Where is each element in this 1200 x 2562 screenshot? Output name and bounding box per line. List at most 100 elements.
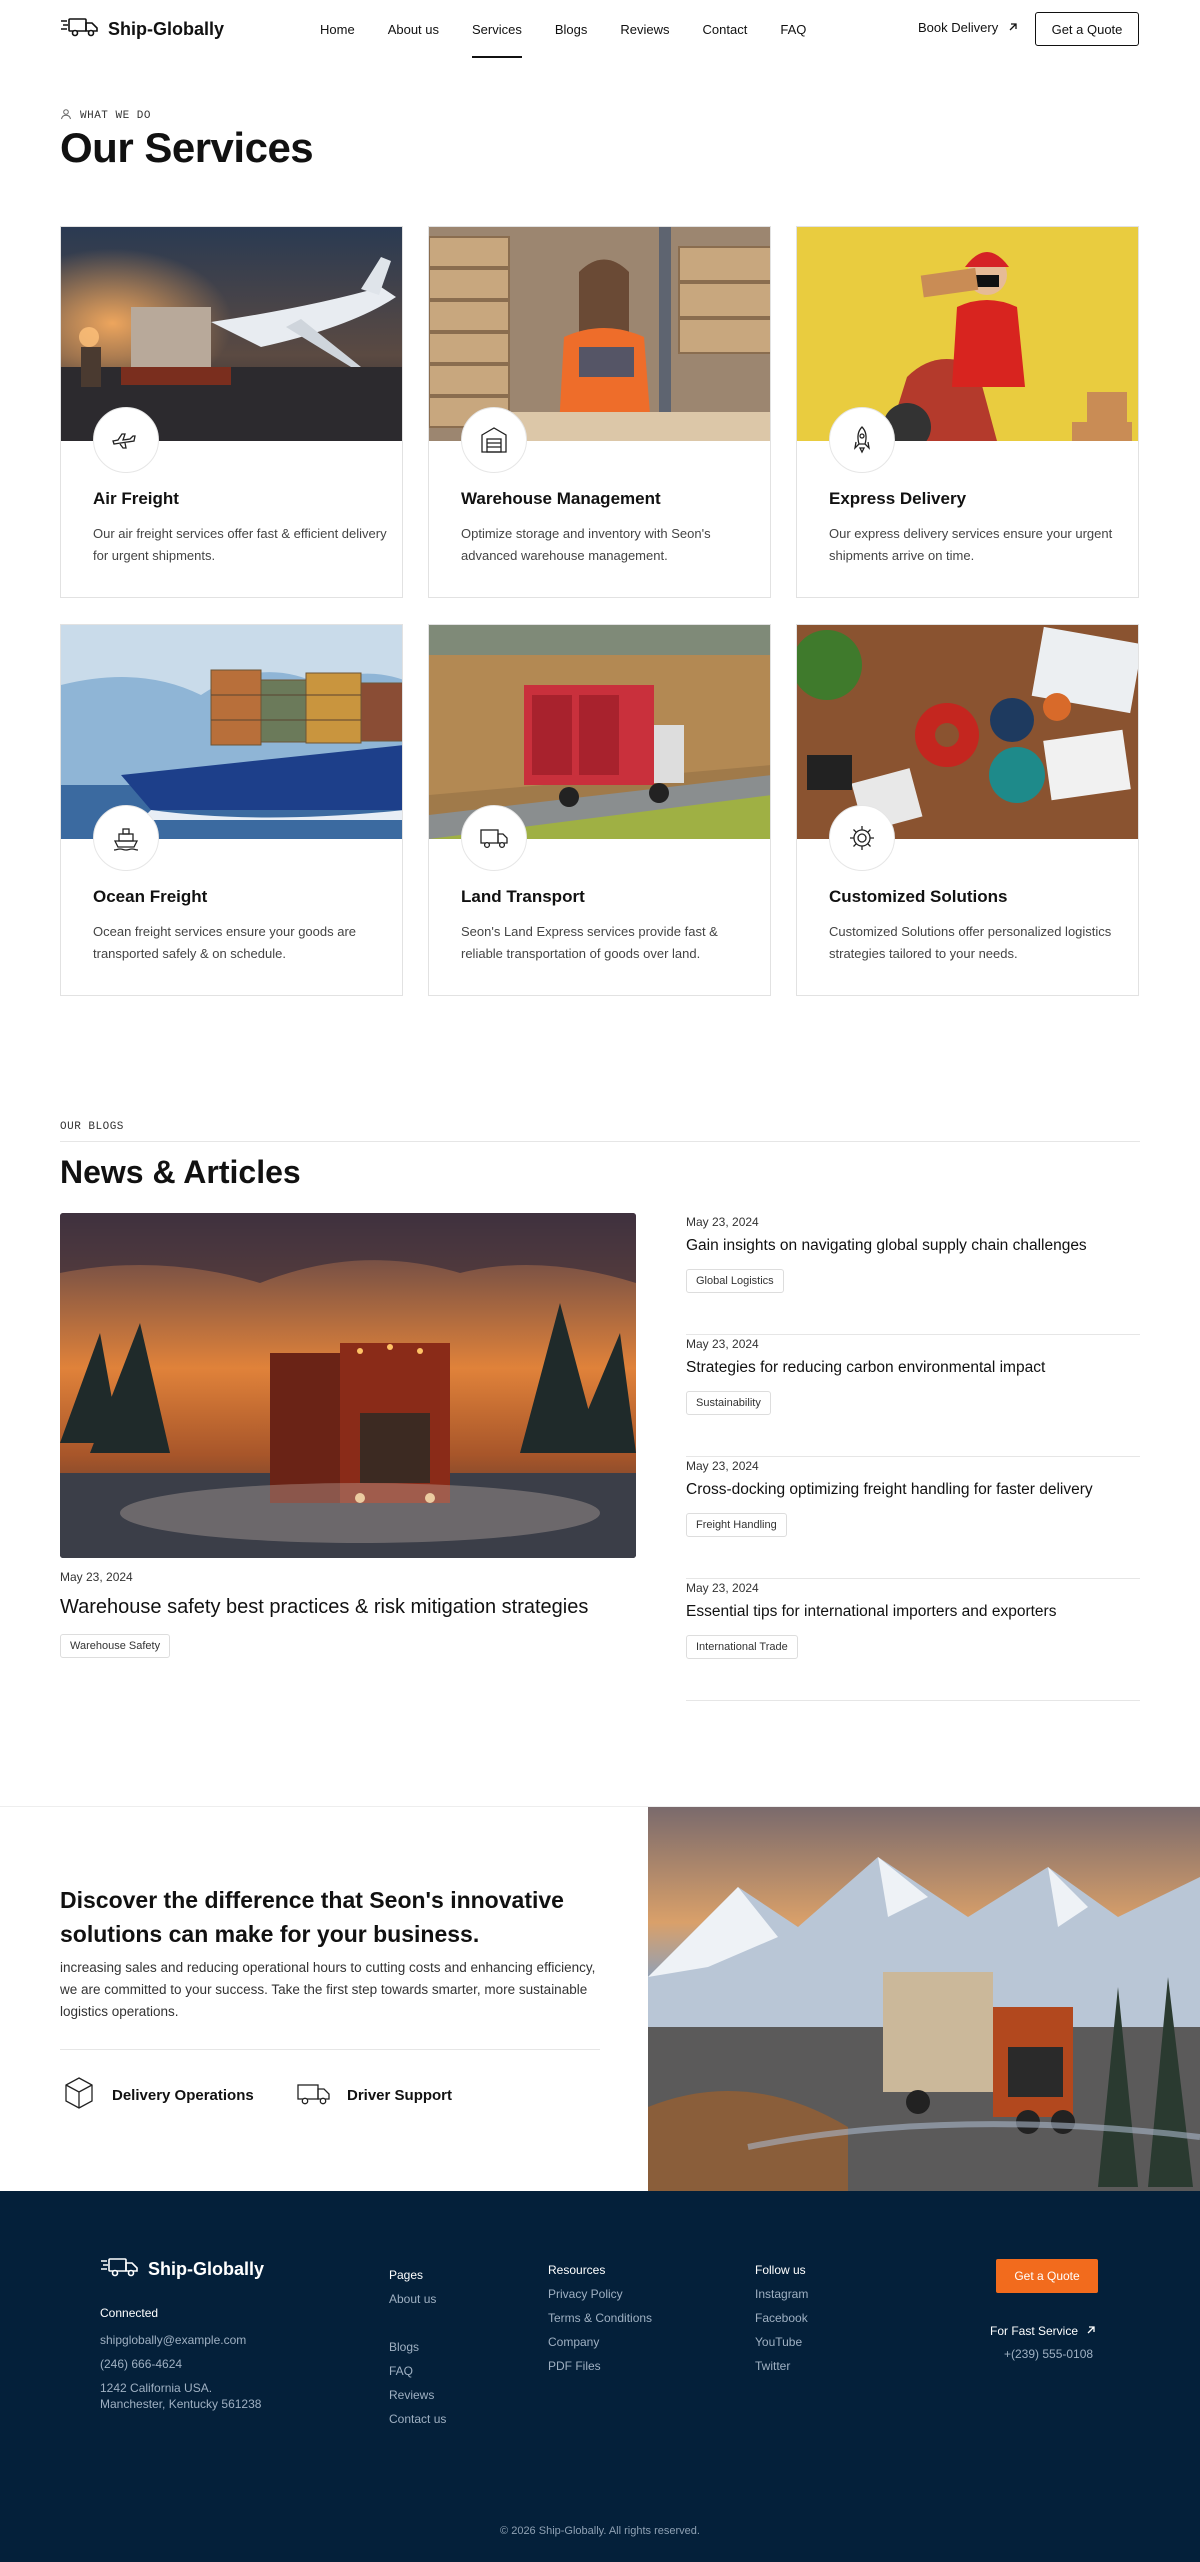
post-tag[interactable]: Global Logistics	[686, 1269, 784, 1293]
footer-resources-column: Resources Privacy Policy Terms & Conditi…	[548, 2263, 652, 2383]
footer-link-contact[interactable]: Contact us	[389, 2412, 446, 2436]
services-title: Our Services	[60, 124, 314, 171]
pages-heading: Pages	[389, 2268, 424, 2282]
footer-link-about[interactable]: About us	[389, 2292, 446, 2316]
footer-address-line1: 1242 California USA.	[100, 2381, 213, 2395]
post-title[interactable]: Strategies for reducing carbon environme…	[686, 1359, 1045, 1377]
footer-link-reviews[interactable]: Reviews	[389, 2388, 446, 2412]
copyright: © 2026 Ship-Globally. All rights reserve…	[500, 2525, 700, 2537]
truck-icon	[461, 805, 527, 871]
service-desc: Optimize storage and inventory with Seon…	[461, 526, 711, 563]
nav-blogs[interactable]: Blogs	[555, 0, 588, 60]
site-footer: Ship-Globally Connected shipglobally@exa…	[0, 2191, 1200, 2562]
divider	[60, 1141, 1140, 1142]
service-card-express[interactable]: Express Delivery Our express delivery se…	[796, 226, 1139, 598]
footer-email[interactable]: shipglobally@example.com	[100, 2332, 246, 2348]
featured-post-tag[interactable]: Warehouse Safety	[60, 1634, 171, 1658]
footer-link-facebook[interactable]: Facebook	[755, 2311, 808, 2335]
nav-faq[interactable]: FAQ	[780, 0, 806, 60]
cta-image	[648, 1807, 1200, 2192]
delivery-truck-icon	[100, 2256, 140, 2283]
footer-phone[interactable]: (246) 666-4624	[100, 2356, 182, 2372]
service-desc: Ocean freight services ensure your goods…	[93, 924, 357, 961]
footer-link-pdf[interactable]: PDF Files	[548, 2359, 652, 2383]
service-title: Express Delivery	[829, 489, 967, 508]
featured-post-title[interactable]: Warehouse safety best practices & risk m…	[60, 1596, 588, 1619]
truck-icon	[295, 2074, 333, 2116]
service-card-ocean[interactable]: Ocean Freight Ocean freight services ens…	[60, 624, 403, 996]
brand-logo[interactable]: Ship-Globally	[60, 16, 224, 43]
footer-link-company[interactable]: Company	[548, 2335, 652, 2359]
nav-about[interactable]: About us	[388, 0, 439, 60]
site-header: Ship-Globally Home About us Services Blo…	[0, 0, 1200, 60]
service-card-custom[interactable]: Customized Solutions Customized Solution…	[796, 624, 1139, 996]
brand-name: Ship-Globally	[108, 19, 225, 39]
cta-text: increasing sales and reducing operationa…	[60, 1960, 596, 2019]
footer-get-quote-button[interactable]: Get a Quote	[996, 2259, 1098, 2293]
cta-section: Discover the difference that Seon's inno…	[0, 1806, 1200, 2192]
warehouse-icon	[461, 407, 527, 473]
post-date: May 23, 2024	[686, 1581, 759, 1595]
list-item[interactable]: May 23, 2024 Essential tips for internat…	[686, 1579, 1140, 1701]
fast-service-phone[interactable]: +(239) 555-0108	[1004, 2347, 1093, 2361]
post-title[interactable]: Cross-docking optimizing freight handlin…	[686, 1481, 1093, 1499]
footer-link-terms[interactable]: Terms & Conditions	[548, 2311, 652, 2335]
arrow-up-right-icon	[1086, 2324, 1096, 2338]
featured-post-image[interactable]	[60, 1213, 636, 1558]
footer-link-twitter[interactable]: Twitter	[755, 2359, 808, 2383]
connected-heading: Connected	[100, 2306, 159, 2320]
service-title: Air Freight	[93, 489, 179, 508]
list-item[interactable]: May 23, 2024 Gain insights on navigating…	[686, 1213, 1140, 1335]
footer-link-youtube[interactable]: YouTube	[755, 2335, 808, 2359]
footer-link-faq[interactable]: FAQ	[389, 2364, 446, 2388]
ship-icon	[93, 805, 159, 871]
footer-link-instagram[interactable]: Instagram	[755, 2287, 808, 2311]
gear-icon	[829, 805, 895, 871]
arrow-up-right-icon	[1008, 20, 1018, 35]
service-desc: Seon's Land Express services provide fas…	[461, 924, 718, 961]
services-grid: Air Freight Our air freight services off…	[60, 226, 1140, 996]
nav-contact[interactable]: Contact	[703, 0, 748, 60]
post-tag[interactable]: Sustainability	[686, 1391, 771, 1415]
blogs-eyebrow: OUR BLOGS	[60, 1121, 124, 1133]
post-date: May 23, 2024	[686, 1337, 759, 1351]
service-card-warehouse[interactable]: Warehouse Management Optimize storage an…	[428, 226, 771, 598]
service-title: Ocean Freight	[93, 887, 208, 906]
book-delivery-link[interactable]: Book Delivery	[918, 20, 1018, 35]
list-item[interactable]: May 23, 2024 Cross-docking optimizing fr…	[686, 1457, 1140, 1579]
main-nav: Home About us Services Blogs Reviews Con…	[320, 0, 806, 60]
fast-service-link[interactable]: For Fast Service	[990, 2324, 1096, 2338]
divider	[60, 2049, 600, 2050]
service-desc: Our express delivery services ensure you…	[829, 526, 1113, 563]
footer-follow-column: Follow us Instagram Facebook YouTube Twi…	[755, 2263, 808, 2383]
feature-label: Delivery Operations	[112, 2086, 254, 2104]
footer-link-privacy[interactable]: Privacy Policy	[548, 2287, 652, 2311]
service-title: Customized Solutions	[829, 887, 1008, 906]
service-title: Warehouse Management	[461, 489, 661, 508]
service-desc: Our air freight services offer fast & ef…	[93, 526, 387, 563]
post-date: May 23, 2024	[686, 1459, 759, 1473]
nav-reviews[interactable]: Reviews	[620, 0, 669, 60]
post-title[interactable]: Essential tips for international importe…	[686, 1603, 1056, 1621]
service-desc: Customized Solutions offer personalized …	[829, 924, 1112, 961]
post-date: May 23, 2024	[686, 1215, 759, 1229]
post-tag[interactable]: International Trade	[686, 1635, 798, 1659]
footer-logo[interactable]: Ship-Globally	[100, 2256, 264, 2283]
nav-home[interactable]: Home	[320, 0, 355, 60]
airplane-icon	[93, 407, 159, 473]
post-tag[interactable]: Freight Handling	[686, 1513, 787, 1537]
services-eyebrow: WHAT WE DO	[60, 108, 151, 124]
get-quote-button[interactable]: Get a Quote	[1035, 12, 1139, 46]
box-icon	[60, 2074, 98, 2116]
post-title[interactable]: Gain insights on navigating global suppl…	[686, 1237, 1087, 1255]
nav-services[interactable]: Services	[472, 0, 522, 60]
footer-link-spacer	[389, 2316, 446, 2340]
footer-address-line2: Manchester, Kentucky 561238	[100, 2397, 262, 2411]
featured-post-date: May 23, 2024	[60, 1570, 133, 1584]
list-item[interactable]: May 23, 2024 Strategies for reducing car…	[686, 1335, 1140, 1457]
service-card-air-freight[interactable]: Air Freight Our air freight services off…	[60, 226, 403, 598]
service-card-land[interactable]: Land Transport Seon's Land Express servi…	[428, 624, 771, 996]
footer-pages-column: Pages About us Blogs FAQ Reviews Contact…	[389, 2268, 446, 2436]
blogs-title: News & Articles	[60, 1154, 301, 1190]
footer-link-blogs[interactable]: Blogs	[389, 2340, 446, 2364]
